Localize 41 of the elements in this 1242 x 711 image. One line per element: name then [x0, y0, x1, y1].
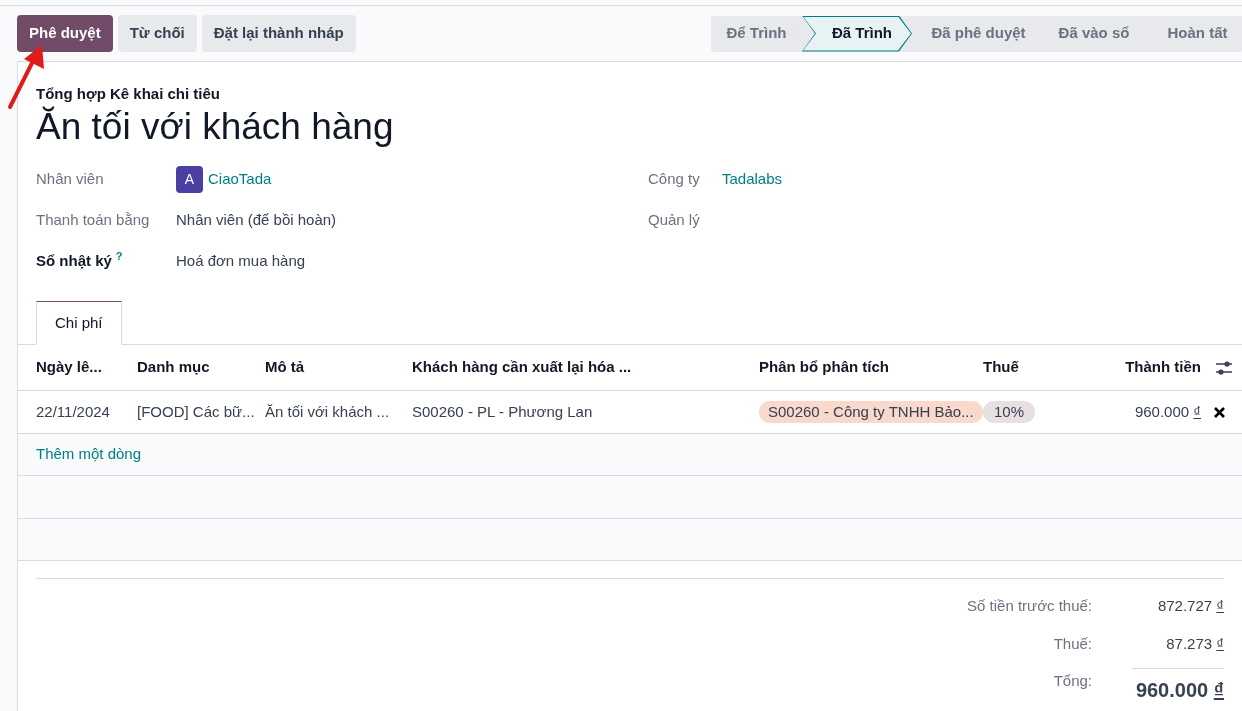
field-label: Nhân viên [36, 169, 104, 190]
total-value: 87.273 ₫ [1165, 633, 1224, 654]
column-header[interactable]: Thành tiền [1093, 356, 1201, 379]
column-header[interactable]: Thuế [983, 356, 1093, 379]
field-link[interactable]: CiaoTada [208, 168, 272, 191]
field-label: Sổ nhật ký [36, 251, 112, 272]
form-title: Ăn tối với khách hàng [36, 105, 395, 149]
total-label: Thuế: [1053, 633, 1092, 654]
add-line-link[interactable]: Thêm một dòng [36, 443, 142, 466]
table-cell-text: 22/11/2024 [36, 401, 111, 422]
column-header[interactable]: Phân bổ phân tích [759, 356, 983, 379]
total-label: Tổng: [1053, 670, 1092, 691]
column-header[interactable]: Danh mục [137, 356, 265, 379]
action-button[interactable]: Đặt lại thành nháp [201, 15, 356, 52]
field-label: Quản lý [648, 210, 701, 231]
help-tooltip-icon[interactable]: ? [115, 250, 123, 263]
column-settings-icon[interactable] [1215, 359, 1233, 376]
action-button[interactable]: Từ chối [117, 15, 197, 52]
tax-tag: 10% [983, 400, 1036, 423]
analytic-tag: S00260 - Công ty TNHH Bảo... [759, 400, 983, 423]
total-label: Số tiền trước thuế: [967, 595, 1092, 616]
column-header[interactable]: Ngày lê... [36, 356, 137, 379]
delete-icon[interactable] [1214, 406, 1225, 418]
field-label: Thanh toán bằng [36, 210, 150, 231]
field-value: Nhân viên (để bồi hoàn) [176, 210, 337, 231]
table-cell-text: S00260 - PL - Phương Lan [412, 401, 594, 422]
approve-button[interactable]: Phê duyệt [17, 15, 113, 52]
table-cell-text: [FOOD] Các bữ... [137, 401, 256, 422]
tab[interactable]: Chi phí [36, 301, 122, 345]
field-link[interactable]: Tadalabs [722, 168, 783, 191]
status-stage[interactable]: Đã Trình [802, 15, 912, 52]
column-header[interactable]: Khách hàng cần xuất lại hóa ... [412, 356, 759, 379]
total-value: 872.727 ₫ [1156, 595, 1224, 616]
table-cell-text: Ăn tối với khách ... [265, 401, 391, 422]
avatar: A [176, 166, 203, 193]
column-header[interactable]: Mô tả [265, 356, 412, 379]
field-label: Công ty [648, 169, 701, 190]
form-subtitle: Tổng hợp Kê khai chi tiêu [36, 84, 221, 104]
table-cell-text: 960.000 ₫ [1133, 401, 1201, 422]
grand-total-value: 960.000 ₫ [1132, 667, 1224, 705]
field-value: Hoá đơn mua hàng [176, 251, 306, 272]
